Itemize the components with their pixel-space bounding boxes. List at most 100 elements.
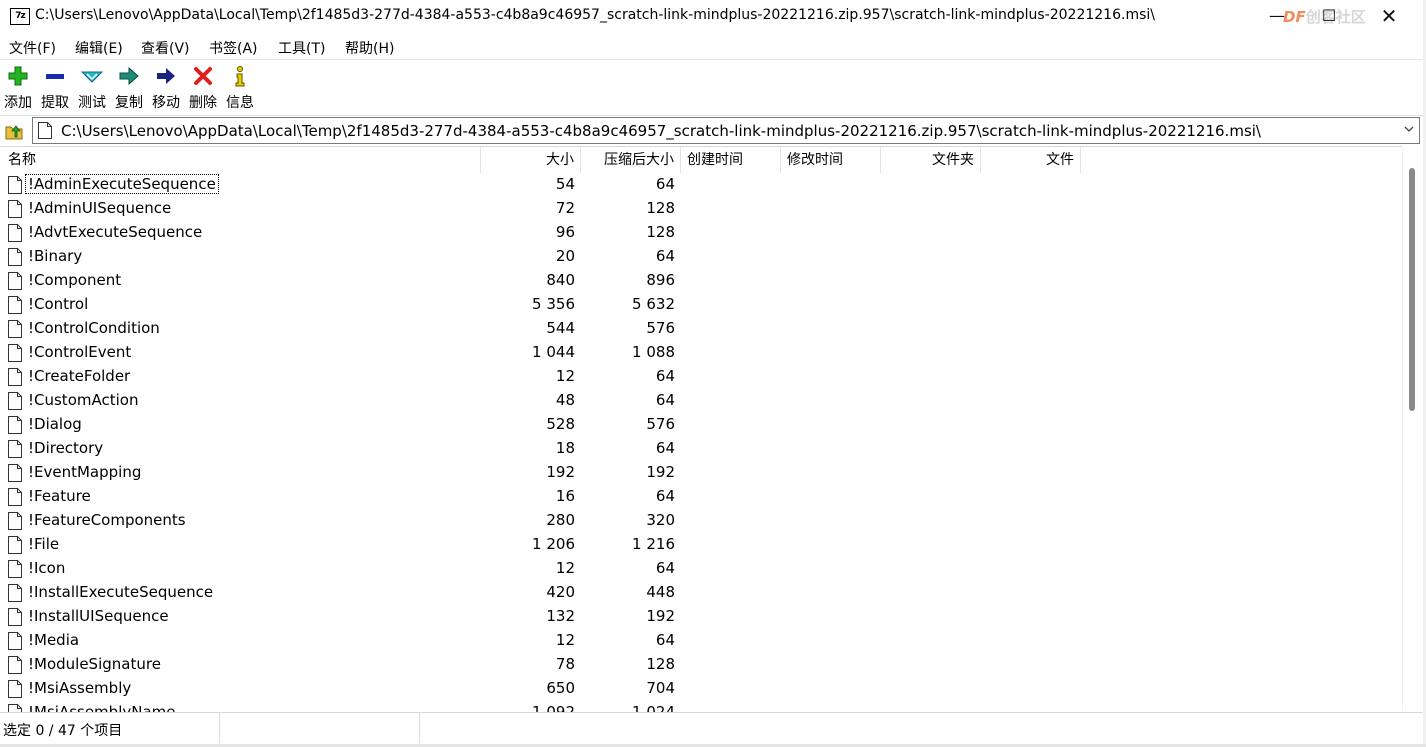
file-packed-size: 64 [655, 367, 675, 385]
file-icon [8, 248, 22, 266]
file-packed-size: 64 [655, 487, 675, 505]
file-name: !MsiAssembly [28, 679, 132, 697]
table-row[interactable]: !Control 5 356 5 632 [0, 293, 1402, 317]
move-button[interactable]: 移动 [149, 64, 183, 114]
column-header-modified[interactable]: 修改时间 [781, 147, 881, 173]
menu-bookmarks[interactable]: 书签(A) [209, 38, 258, 58]
file-icon [8, 560, 22, 578]
test-icon [80, 71, 104, 83]
file-name: !File [28, 535, 60, 553]
table-row[interactable]: !Binary 20 64 [0, 245, 1402, 269]
info-button[interactable]: 信息 [223, 64, 257, 114]
extract-button[interactable]: 提取 [38, 64, 72, 114]
menu-edit[interactable]: 编辑(E) [75, 38, 123, 58]
table-row[interactable]: !ModuleSignature 78 128 [0, 653, 1402, 677]
file-packed-size: 704 [646, 679, 675, 697]
table-row[interactable]: !Feature 16 64 [0, 485, 1402, 509]
up-folder-icon[interactable] [4, 121, 24, 141]
info-icon [235, 66, 245, 87]
file-packed-size: 320 [646, 511, 675, 529]
file-name: !InstallExecuteSequence [28, 583, 214, 601]
table-row[interactable]: !Dialog 528 576 [0, 413, 1402, 437]
close-button[interactable]: ✕ [1366, 0, 1412, 32]
archive-window: 7z C:\Users\Lenovo\AppData\Local\Temp\2f… [0, 0, 1424, 745]
table-row[interactable]: !EventMapping 192 192 [0, 461, 1402, 485]
table-row[interactable]: !Media 12 64 [0, 629, 1402, 653]
table-row[interactable]: !FeatureComponents 280 320 [0, 509, 1402, 533]
file-size: 78 [555, 655, 575, 673]
address-bar[interactable]: C:\Users\Lenovo\AppData\Local\Temp\2f148… [32, 117, 1420, 144]
vertical-scrollbar[interactable] [1402, 146, 1424, 711]
file-size: 16 [555, 487, 575, 505]
delete-button[interactable]: 删除 [186, 64, 220, 114]
file-icon [8, 296, 22, 314]
table-row[interactable]: !AdminUISequence 72 128 [0, 197, 1402, 221]
file-packed-size: 896 [646, 271, 675, 289]
scrollbar-thumb[interactable] [1409, 168, 1415, 411]
chevron-down-icon[interactable] [1403, 123, 1415, 135]
table-row[interactable]: !ControlCondition 544 576 [0, 317, 1402, 341]
add-button[interactable]: 添加 [1, 64, 35, 114]
delete-icon [194, 67, 212, 85]
file-icon [8, 200, 22, 218]
column-header-files[interactable]: 文件 [981, 147, 1081, 173]
file-packed-size: 128 [646, 655, 675, 673]
file-icon [8, 680, 22, 698]
file-size: 840 [546, 271, 575, 289]
table-row[interactable]: !Directory 18 64 [0, 437, 1402, 461]
menu-view[interactable]: 查看(V) [141, 38, 190, 58]
file-packed-size: 1 088 [632, 343, 675, 361]
file-icon [8, 272, 22, 290]
file-name: !Component [28, 271, 122, 289]
file-size: 72 [555, 199, 575, 217]
file-size: 12 [555, 367, 575, 385]
table-row[interactable]: !AdminExecuteSequence 54 64 [0, 173, 1402, 197]
table-row[interactable]: !InstallExecuteSequence 420 448 [0, 581, 1402, 605]
column-header-size[interactable]: 大小 [481, 147, 581, 173]
test-button[interactable]: 测试 [75, 64, 109, 114]
file-name: !MsiAssemblyName [28, 703, 176, 712]
file-name: !AdminExecuteSequence [25, 174, 219, 194]
column-header-name[interactable]: 名称 [0, 147, 481, 173]
file-icon [8, 344, 22, 362]
column-header-created[interactable]: 创建时间 [681, 147, 781, 173]
file-packed-size: 5 632 [632, 295, 675, 313]
menu-help[interactable]: 帮助(H) [345, 38, 394, 58]
column-header-packed-size[interactable]: 压缩后大小 [581, 147, 681, 173]
file-packed-size: 192 [646, 463, 675, 481]
address-path: C:\Users\Lenovo\AppData\Local\Temp\2f148… [61, 122, 1261, 140]
table-row[interactable]: !Icon 12 64 [0, 557, 1402, 581]
table-row[interactable]: !MsiAssemblyName 1 092 1 024 [0, 701, 1402, 712]
column-header-folders[interactable]: 文件夹 [881, 147, 981, 173]
copy-button[interactable]: 复制 [112, 64, 146, 114]
file-name: !CustomAction [28, 391, 139, 409]
table-row[interactable]: !AdvtExecuteSequence 96 128 [0, 221, 1402, 245]
file-packed-size: 64 [655, 391, 675, 409]
copy-label: 复制 [115, 95, 143, 111]
maximize-button[interactable]: ☐ [1306, 0, 1352, 32]
file-size: 18 [555, 439, 575, 457]
info-label: 信息 [226, 95, 254, 111]
file-name: !ControlCondition [28, 319, 160, 337]
menu-tools[interactable]: 工具(T) [278, 38, 325, 58]
table-row[interactable]: !Component 840 896 [0, 269, 1402, 293]
table-row[interactable]: !File 1 206 1 216 [0, 533, 1402, 557]
file-size: 12 [555, 559, 575, 577]
table-row[interactable]: !CreateFolder 12 64 [0, 365, 1402, 389]
menu-bar: 文件(F) 编辑(E) 查看(V) 书签(A) 工具(T) 帮助(H) [0, 35, 1423, 60]
file-size: 20 [555, 247, 575, 265]
file-icon [8, 632, 22, 650]
file-name: !ModuleSignature [28, 655, 161, 673]
file-name: !FeatureComponents [28, 511, 186, 529]
app-icon: 7z [10, 8, 30, 25]
table-row[interactable]: !ControlEvent 1 044 1 088 [0, 341, 1402, 365]
table-row[interactable]: !MsiAssembly 650 704 [0, 677, 1402, 701]
table-row[interactable]: !CustomAction 48 64 [0, 389, 1402, 413]
file-size: 12 [555, 631, 575, 649]
status-selection-cell: 选定 0 / 47 个项目 [0, 713, 220, 743]
minimize-button[interactable]: — [1254, 0, 1300, 32]
file-size: 48 [555, 391, 575, 409]
table-row[interactable]: !InstallUISequence 132 192 [0, 605, 1402, 629]
file-list: 名称 大小 压缩后大小 创建时间 修改时间 文件夹 文件 !AdminExecu… [0, 146, 1402, 712]
menu-file[interactable]: 文件(F) [9, 38, 56, 58]
